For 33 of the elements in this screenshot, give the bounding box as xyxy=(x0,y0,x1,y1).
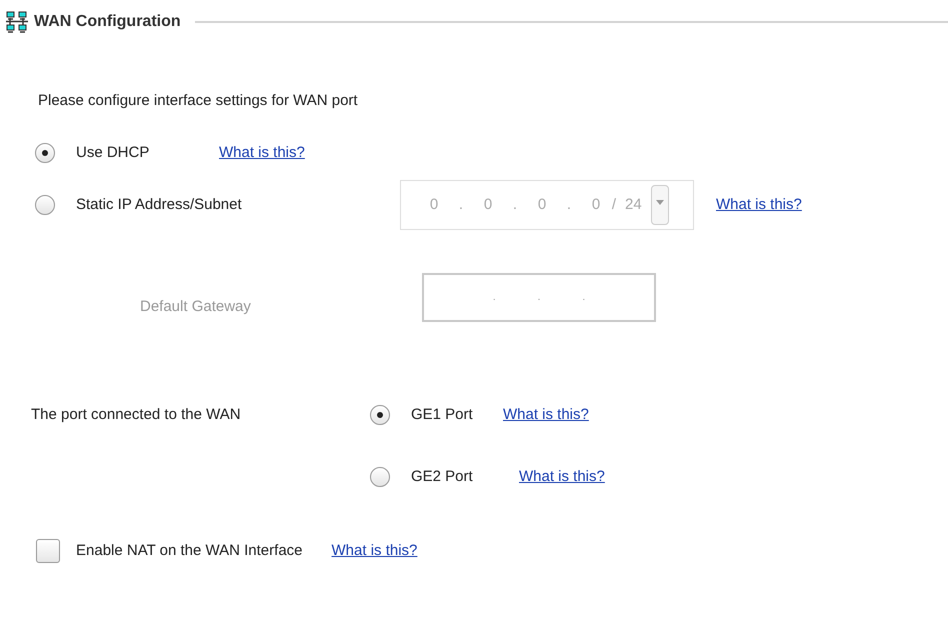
field-label: Default Gateway xyxy=(140,296,252,317)
caret-icon xyxy=(656,200,664,205)
network-icon xyxy=(6,11,28,33)
ip-octet: 0 xyxy=(428,194,440,215)
radio-label: GE1 Port xyxy=(411,404,474,425)
radio-button[interactable] xyxy=(370,405,390,425)
separator: . xyxy=(582,290,586,304)
help-link[interactable]: What is this? xyxy=(503,404,589,426)
separator: . xyxy=(538,290,540,304)
checkbox[interactable] xyxy=(36,539,60,563)
separator: . xyxy=(512,194,518,215)
ip-octet: 0 xyxy=(590,194,602,215)
checkbox-label: Enable NAT on the WAN Interface xyxy=(76,540,303,561)
ip-octet: 0 xyxy=(482,194,494,215)
intro-text: Please configure interface settings for WAN port xyxy=(38,91,359,111)
help-link[interactable]: What is this? xyxy=(519,466,605,488)
radio-button[interactable] xyxy=(35,195,55,215)
ip-octet: 0 xyxy=(536,194,548,215)
radio-label: Use DHCP xyxy=(76,142,150,163)
prefix-text: 24 xyxy=(625,194,643,215)
separator: . xyxy=(492,290,496,304)
radio-label: Static IP Address/Subnet xyxy=(76,194,243,215)
separator: . xyxy=(458,194,464,215)
section-title: WAN Configuration xyxy=(34,12,181,32)
radio-button[interactable] xyxy=(370,467,390,487)
help-link[interactable]: What is this? xyxy=(332,540,418,562)
help-link[interactable]: What is this? xyxy=(219,142,305,164)
radio-button[interactable] xyxy=(35,143,55,163)
help-link[interactable]: What is this? xyxy=(716,194,802,216)
separator: . xyxy=(566,194,572,215)
field-label: The port connected to the WAN xyxy=(31,404,242,425)
radio-label: GE2 Port xyxy=(411,466,474,487)
separator: / xyxy=(610,194,618,215)
